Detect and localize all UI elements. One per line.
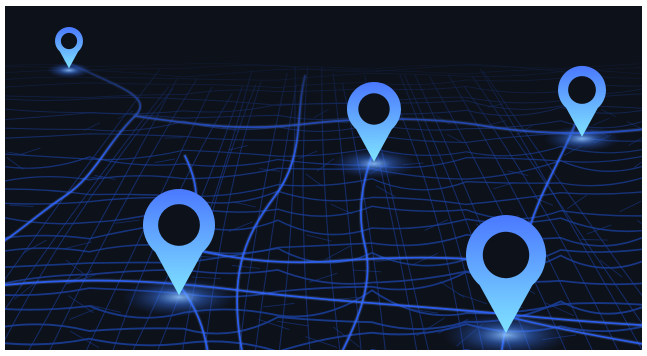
street-map [5, 6, 642, 350]
horizon-fade [5, 6, 642, 350]
pin-hole [358, 93, 390, 125]
map-view [5, 6, 642, 350]
pin-hole [482, 231, 530, 279]
pin-hole [158, 204, 200, 246]
pin-hole [568, 76, 596, 104]
pin-hole [60, 32, 78, 50]
